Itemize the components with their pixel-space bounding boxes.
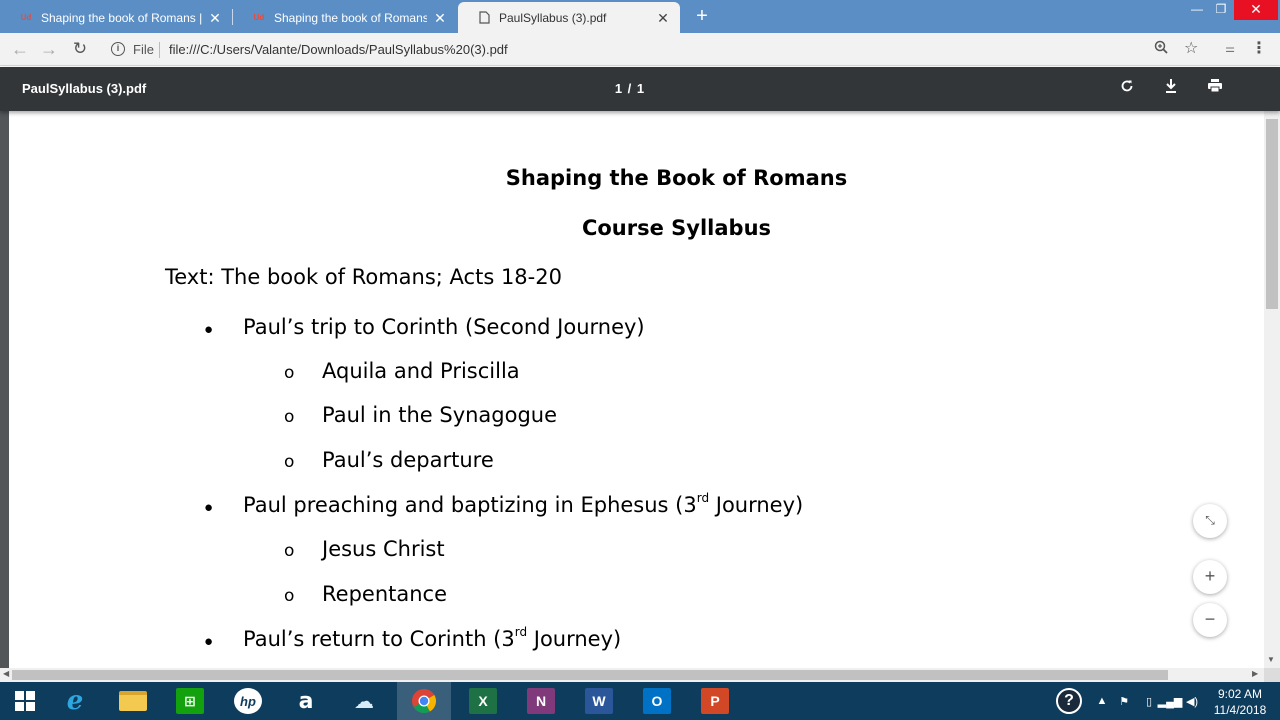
word-icon[interactable]: W — [574, 682, 624, 720]
store-icon[interactable]: ⊞ — [165, 682, 215, 720]
sub-bullet-icon: o — [284, 407, 295, 427]
page-indicator: 1 / 1 — [614, 81, 646, 96]
close-tab-icon[interactable]: ✕ — [656, 11, 670, 25]
scheme-label: File — [133, 42, 154, 57]
heading-text: Paul preaching and baptizing in Ephesus … — [243, 493, 697, 517]
new-tab-button[interactable]: + — [690, 4, 714, 28]
tab-romans-1[interactable]: Ud Shaping the book of Romans | U ✕ — [0, 2, 232, 33]
internet-explorer-icon[interactable]: e — [50, 682, 100, 720]
ordinal-suffix: rd — [696, 491, 710, 505]
clock-time: 9:02 AM — [1217, 687, 1263, 701]
info-icon[interactable]: i — [111, 42, 125, 56]
address-bar[interactable]: i File file:///C:/Users/Valante/Download… — [104, 36, 1206, 63]
restore-icon[interactable]: ❐ — [1210, 0, 1232, 20]
close-tab-icon[interactable]: ✕ — [433, 11, 447, 25]
hp-icon[interactable]: hp — [223, 682, 273, 720]
close-window-icon[interactable]: ✕ — [1234, 0, 1278, 20]
sub-bullet-icon: o — [284, 586, 295, 606]
heading-text: Paul’s return to Corinth (3 — [243, 627, 515, 651]
close-tab-icon[interactable]: ✕ — [208, 11, 222, 25]
scrollbar-corner — [1264, 668, 1280, 682]
windows-taskbar: e ⊞ hp a ☁ X N W O P ? ▲ ⚑ ▯ ▂▄▆ ◀) 9:02… — [0, 682, 1280, 720]
extension-icon[interactable]: ⚌ — [1219, 40, 1241, 58]
start-button[interactable] — [0, 682, 50, 720]
volume-icon[interactable]: ◀) — [1184, 682, 1200, 720]
menu-icon[interactable]: ⋮ — [1251, 40, 1267, 60]
clock-date: 11/4/2018 — [1213, 703, 1267, 717]
onenote-icon[interactable]: N — [516, 682, 566, 720]
document-subtitle: Course Syllabus — [581, 216, 772, 240]
tab-strip: Ud Shaping the book of Romans | U ✕ Ud S… — [0, 0, 1280, 33]
forward-arrow-icon[interactable]: → — [38, 39, 60, 61]
bullet-icon: ● — [204, 321, 214, 338]
horizontal-scrollbar[interactable]: ◀ ▶ — [0, 668, 1264, 682]
address-divider — [159, 42, 160, 58]
udemy-icon: Ud — [20, 13, 32, 22]
sub-bullet-icon: o — [284, 452, 295, 472]
tab-romans-2[interactable]: Ud Shaping the book of Romans | U ✕ — [233, 2, 457, 33]
tab-title: Shaping the book of Romans | U — [41, 10, 202, 25]
list-item: Jesus Christ — [322, 537, 445, 561]
zoom-out-button[interactable]: − — [1193, 603, 1227, 637]
document-icon — [478, 11, 490, 24]
sub-bullet-icon: o — [284, 363, 295, 383]
pdf-filename: PaulSyllabus (3).pdf — [22, 81, 147, 96]
pdf-viewport[interactable]: Shaping the Book of Romans Course Syllab… — [0, 111, 1280, 668]
outlook-icon[interactable]: O — [632, 682, 682, 720]
excel-icon[interactable]: X — [458, 682, 508, 720]
list-item: Aquila and Priscilla — [322, 359, 520, 383]
rotate-icon[interactable] — [1115, 78, 1139, 100]
chrome-icon[interactable] — [397, 682, 451, 720]
zoom-in-button[interactable]: + — [1193, 560, 1227, 594]
scroll-right-icon[interactable]: ▶ — [1252, 669, 1258, 678]
pdf-page: Shaping the Book of Romans Course Syllab… — [9, 111, 1264, 668]
onedrive-icon[interactable]: ☁ — [339, 682, 389, 720]
minimize-icon[interactable]: — — [1186, 0, 1208, 20]
tray-chevron-icon[interactable]: ▲ — [1096, 682, 1108, 720]
vertical-scrollbar[interactable]: ▲ ▼ — [1264, 67, 1280, 668]
sub-bullet-icon: o — [284, 541, 295, 561]
back-arrow-icon[interactable]: ← — [9, 39, 31, 61]
browser-toolbar: ← → ↻ i File file:///C:/Users/Valante/Do… — [0, 33, 1280, 66]
heading-text: Journey) — [527, 627, 622, 651]
fit-page-button[interactable]: ⤡ — [1193, 504, 1227, 538]
list-item: Paul in the Synagogue — [322, 403, 558, 427]
section-heading: Paul’s trip to Corinth (Second Journey) — [243, 315, 645, 339]
scroll-thumb[interactable] — [12, 670, 1168, 680]
url-text[interactable]: file:///C:/Users/Valante/Downloads/PaulS… — [169, 42, 508, 57]
download-icon[interactable] — [1159, 78, 1183, 100]
scroll-down-icon[interactable]: ▼ — [1267, 655, 1275, 664]
file-explorer-icon[interactable] — [108, 682, 158, 720]
zoom-icon[interactable] — [1154, 40, 1168, 57]
pdf-toolbar: PaulSyllabus (3).pdf 1 / 1 — [0, 67, 1280, 111]
system-clock[interactable]: 9:02 AM 11/4/2018 — [1200, 686, 1280, 718]
ordinal-suffix: rd — [514, 625, 528, 639]
battery-icon[interactable]: ▯ — [1142, 682, 1156, 720]
section-heading: Paul’s return to Corinth (3rd Journey) — [243, 625, 622, 651]
tab-title: PaulSyllabus (3).pdf — [499, 10, 607, 25]
bullet-icon: ● — [204, 633, 214, 650]
reload-icon[interactable]: ↻ — [69, 39, 91, 61]
udemy-icon: Ud — [253, 13, 265, 22]
print-icon[interactable] — [1203, 78, 1227, 100]
network-icon[interactable]: ▂▄▆ — [1158, 682, 1183, 720]
amazon-icon[interactable]: a — [281, 682, 331, 720]
list-item: Paul’s departure — [322, 448, 494, 472]
scroll-thumb[interactable] — [1266, 119, 1278, 309]
text-reference: Text: The book of Romans; Acts 18-20 — [165, 265, 562, 289]
tab-title: Shaping the book of Romans | U — [274, 10, 427, 25]
document-title: Shaping the Book of Romans — [505, 166, 848, 190]
powerpoint-icon[interactable]: P — [690, 682, 740, 720]
bookmark-star-icon[interactable]: ☆ — [1184, 38, 1198, 58]
heading-text: Journey) — [709, 493, 804, 517]
bullet-icon: ● — [204, 499, 214, 516]
help-icon[interactable]: ? — [1053, 682, 1085, 720]
tab-pdf-active[interactable]: PaulSyllabus (3).pdf ✕ — [458, 2, 680, 33]
windows-logo-icon — [15, 691, 35, 711]
action-center-flag-icon[interactable]: ⚑ — [1114, 682, 1134, 720]
list-item: Repentance — [322, 582, 448, 606]
scroll-left-icon[interactable]: ◀ — [3, 669, 9, 678]
section-heading: Paul preaching and baptizing in Ephesus … — [243, 491, 804, 517]
